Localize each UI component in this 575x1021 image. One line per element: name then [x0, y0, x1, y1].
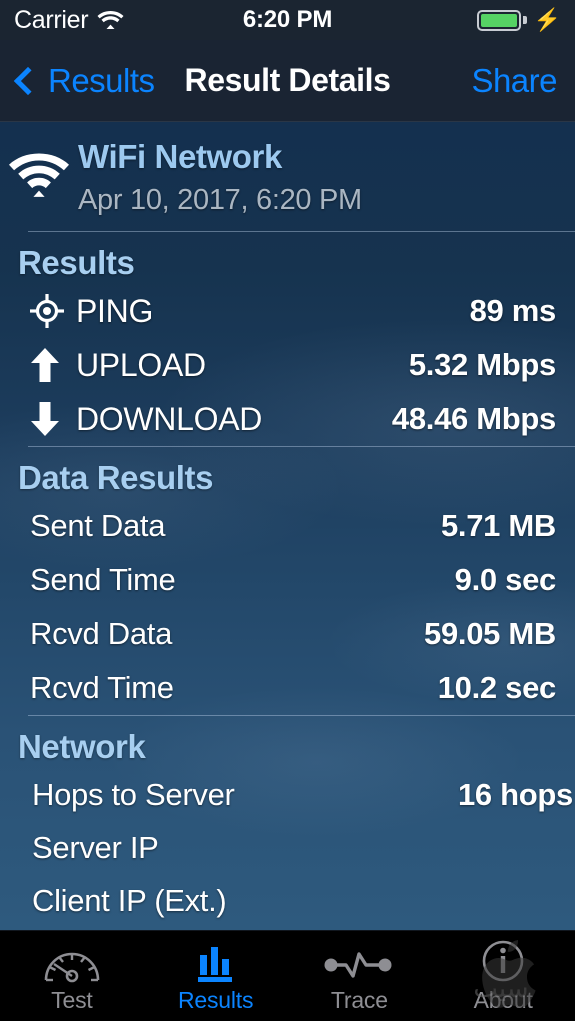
tab-label: Results [177, 986, 254, 1013]
tab-trace[interactable]: Trace [288, 931, 432, 1021]
data-row-sent-data[interactable]: Sent Data 5.71 MB [0, 499, 575, 553]
row-value: 5.71 MB [440, 508, 556, 543]
network-name: WiFi Network [78, 138, 282, 175]
wifi-icon [0, 138, 78, 200]
row-value: 48.46 Mbps [391, 401, 556, 436]
battery-terminal [522, 16, 527, 24]
arrow-down-icon [30, 401, 76, 437]
tab-results[interactable]: Results [144, 931, 288, 1021]
pulse-line-icon [320, 939, 398, 983]
row-label: PING [76, 292, 154, 329]
row-label: UPLOAD [76, 346, 206, 383]
tab-label: Test [51, 986, 93, 1013]
back-button[interactable]: Results [13, 61, 155, 100]
row-value: 9.0 sec [454, 562, 557, 597]
row-label: Send Time [30, 562, 176, 597]
network-row-hops-to-server[interactable]: Hops to Server 16 hops [0, 768, 575, 821]
network-row-server-ip[interactable]: Server IP [0, 821, 575, 874]
back-button-label: Results [48, 61, 155, 99]
status-bar-right: ⚡ [476, 7, 561, 32]
row-value: 16 hops [457, 776, 573, 812]
section-data-results: Data Results Sent Data 5.71 MB Send Time… [0, 447, 575, 715]
result-row-download[interactable]: DOWNLOAD 48.46 Mbps [0, 392, 575, 446]
data-row-rcvd-data[interactable]: Rcvd Data 59.05 MB [0, 607, 575, 661]
row-value: 59.05 MB [424, 616, 556, 651]
app-screen: Carrier 6:20 PM ⚡ Results Result Details… [0, 0, 575, 1021]
info-circle-icon [480, 939, 526, 983]
section-title: Data Results [18, 459, 214, 496]
data-row-rcvd-time[interactable]: Rcvd Time 10.2 sec [0, 661, 575, 715]
section-title: Network [18, 728, 146, 765]
row-label: Server IP [32, 829, 159, 865]
row-value: 89 ms [469, 293, 557, 328]
bar-chart-icon [188, 939, 244, 983]
share-button[interactable]: Share [471, 62, 557, 100]
tab-test[interactable]: Test [0, 931, 144, 1021]
tab-label: About [473, 986, 533, 1013]
row-value: 5.32 Mbps [408, 347, 556, 382]
status-bar: Carrier 6:20 PM ⚡ [0, 0, 575, 40]
section-results: Results PING 89 ms UPLOAD 5.32 Mbps DOWN… [0, 232, 575, 446]
row-label: Rcvd Time [30, 670, 174, 705]
row-label: Hops to Server [32, 776, 235, 812]
row-label: Client IP (Ext.) [32, 882, 227, 918]
arrow-up-icon [30, 347, 76, 383]
lightning-bolt-icon: ⚡ [533, 7, 561, 32]
row-label: Rcvd Data [30, 616, 173, 651]
speedometer-icon [42, 939, 102, 983]
network-row-client-ip-ext[interactable]: Client IP (Ext.) [0, 874, 575, 927]
tab-bar: Test Results Trace About سیب [0, 930, 575, 1021]
navigation-bar: Results Result Details Share [0, 40, 575, 122]
result-row-upload[interactable]: UPLOAD 5.32 Mbps [0, 338, 575, 392]
row-label: DOWNLOAD [76, 400, 263, 437]
result-row-ping[interactable]: PING 89 ms [0, 284, 575, 338]
row-label: Sent Data [30, 508, 166, 543]
data-row-send-time[interactable]: Send Time 9.0 sec [0, 553, 575, 607]
chevron-left-icon [13, 66, 43, 95]
tab-label: Trace [330, 986, 388, 1013]
network-header-text: WiFi Network Apr 10, 2017, 6:20 PM [78, 138, 575, 217]
test-timestamp: Apr 10, 2017, 6:20 PM [78, 184, 362, 216]
row-value: 10.2 sec [437, 670, 557, 705]
section-network: Network Hops to Server 16 hops Server IP… [0, 716, 575, 927]
battery-full-icon [476, 9, 521, 31]
result-details-content[interactable]: WiFi Network Apr 10, 2017, 6:20 PM Resul… [0, 122, 575, 930]
tab-about[interactable]: About [431, 931, 575, 1021]
section-title: Results [18, 244, 135, 281]
crosshair-icon [30, 294, 76, 328]
network-header: WiFi Network Apr 10, 2017, 6:20 PM [0, 122, 575, 231]
